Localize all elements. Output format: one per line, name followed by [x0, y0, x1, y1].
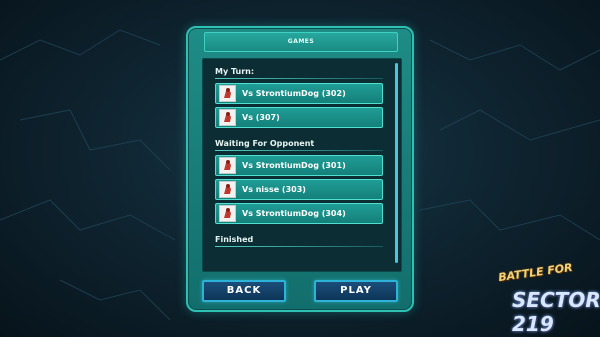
game-item-301[interactable]: Vs StrontiumDog (301): [215, 155, 383, 176]
section-divider: [215, 246, 383, 247]
logo-line1: BATTLE FOR: [497, 260, 574, 285]
game-item-304[interactable]: Vs StrontiumDog (304): [215, 203, 383, 224]
games-list[interactable]: My Turn: Vs StrontiumDog (302) Vs (307) …: [202, 58, 402, 272]
section-waiting: Waiting For Opponent: [215, 139, 315, 148]
player-avatar-icon: [219, 181, 236, 198]
game-item-303[interactable]: Vs nisse (303): [215, 179, 383, 200]
panel-title: GAMES: [204, 32, 398, 52]
player-avatar-icon: [219, 85, 236, 102]
game-item-307[interactable]: Vs (307): [215, 107, 383, 128]
section-divider: [215, 150, 383, 151]
back-button[interactable]: BACK: [202, 280, 286, 302]
section-finished: Finished: [215, 235, 254, 244]
game-logo: BATTLE FOR SECTOR 219: [490, 260, 600, 336]
game-item-302[interactable]: Vs StrontiumDog (302): [215, 83, 383, 104]
scrollbar-thumb[interactable]: [395, 63, 398, 263]
game-item-label: Vs StrontiumDog (302): [242, 89, 346, 98]
game-item-label: Vs nisse (303): [242, 185, 306, 194]
section-my-turn: My Turn:: [215, 67, 255, 76]
logo-line2: SECTOR 219: [512, 288, 600, 336]
game-item-label: Vs (307): [242, 113, 280, 122]
game-item-label: Vs StrontiumDog (301): [242, 161, 346, 170]
games-panel: GAMES My Turn: Vs StrontiumDog (302) Vs …: [186, 26, 414, 312]
play-button[interactable]: PLAY: [314, 280, 398, 302]
player-avatar-icon: [219, 109, 236, 126]
player-avatar-icon: [219, 157, 236, 174]
scrollbar[interactable]: [395, 63, 398, 263]
game-item-label: Vs StrontiumDog (304): [242, 209, 346, 218]
player-avatar-icon: [219, 205, 236, 222]
section-divider: [215, 78, 383, 79]
